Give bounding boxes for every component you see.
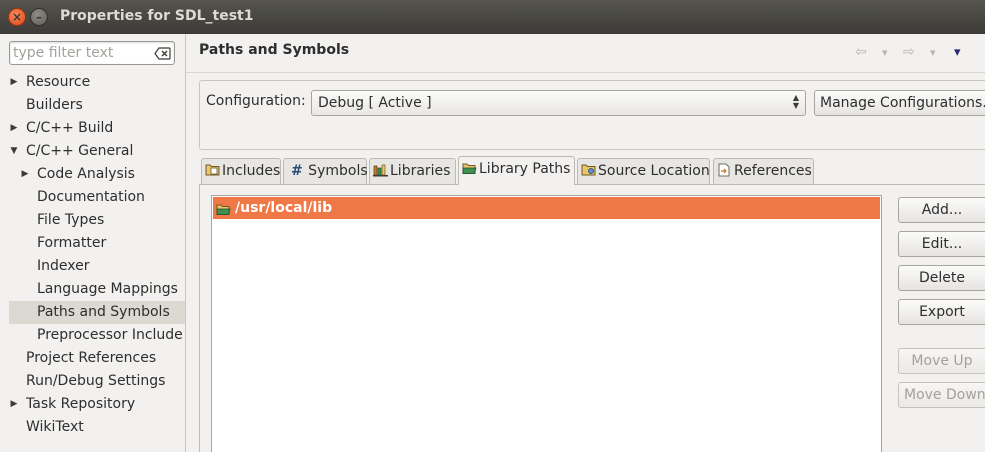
tree-item-label: File Types bbox=[37, 212, 105, 228]
tree-item-label: C/C++ Build bbox=[26, 120, 114, 136]
window-title: Properties for SDL_test1 bbox=[60, 8, 254, 24]
properties-tree: ▶ Resource Builders ▶ C/C++ Build ▼ C/C++ Gene… bbox=[0, 71, 185, 439]
tree-item-label: Builders bbox=[26, 97, 83, 113]
tree-item-project-references[interactable]: Project References bbox=[0, 347, 185, 370]
folder-icon bbox=[462, 159, 478, 174]
tab-label: Libraries bbox=[390, 163, 451, 179]
add-button[interactable]: Add... bbox=[898, 197, 985, 223]
tree-item-label: Project References bbox=[26, 350, 157, 366]
tab-label: Symbols bbox=[303, 163, 368, 179]
collapsed-arrow-icon[interactable]: ▶ bbox=[20, 163, 30, 186]
configuration-value: Debug [ Active ] bbox=[318, 95, 432, 111]
tree-item-wikitext[interactable]: WikiText bbox=[0, 416, 185, 439]
tree-item-label: Resource bbox=[26, 74, 91, 90]
tab-symbols[interactable]: # Symbols bbox=[283, 158, 368, 184]
tree-item-label: Preprocessor Include bbox=[37, 327, 183, 343]
tree-item-label: Paths and Symbols bbox=[37, 304, 170, 320]
minimize-window-button[interactable]: – bbox=[30, 8, 48, 26]
properties-nav-pane: ▶ Resource Builders ▶ C/C++ Build ▼ C/C++ Gene… bbox=[0, 34, 186, 452]
filter-box bbox=[9, 41, 175, 65]
tree-item-language-mappings[interactable]: Language Mappings bbox=[0, 278, 185, 301]
edit-button[interactable]: Edit... bbox=[898, 231, 985, 257]
tab-strip: Includes # Symbols Libraries Library Paths S… bbox=[199, 156, 985, 185]
references-icon bbox=[717, 161, 733, 177]
tree-item-label: Documentation bbox=[37, 189, 145, 205]
source-location-icon bbox=[581, 161, 597, 176]
tab-label: Library Paths bbox=[479, 161, 571, 177]
tab-references[interactable]: References bbox=[713, 158, 814, 184]
export-button[interactable]: Export bbox=[898, 299, 985, 325]
tree-item-code-analysis[interactable]: ▶ Code Analysis bbox=[0, 163, 185, 186]
manage-configurations-button[interactable]: Manage Configurations... bbox=[814, 90, 985, 116]
collapsed-arrow-icon[interactable]: ▶ bbox=[9, 393, 19, 416]
tree-item-indexer[interactable]: Indexer bbox=[0, 255, 185, 278]
tree-item-resource[interactable]: ▶ Resource bbox=[0, 71, 185, 94]
tree-item-label: Run/Debug Settings bbox=[26, 373, 166, 389]
tree-item-c-c-build[interactable]: ▶ C/C++ Build bbox=[0, 117, 185, 140]
tab-label: Source Location bbox=[598, 163, 710, 179]
includes-icon bbox=[205, 161, 221, 176]
tree-item-label: C/C++ General bbox=[26, 143, 134, 159]
tree-item-c-c-general[interactable]: ▼ C/C++ General bbox=[0, 140, 185, 163]
tree-item-label: Formatter bbox=[37, 235, 107, 251]
move-up-button[interactable]: Move Up bbox=[898, 348, 985, 374]
minimize-icon: – bbox=[36, 10, 42, 24]
forward-dropdown-icon[interactable]: ▾ bbox=[930, 46, 936, 59]
tree-item-label: WikiText bbox=[26, 419, 84, 435]
configuration-label: Configuration: bbox=[206, 93, 306, 109]
forward-arrow-icon[interactable]: ⇨ bbox=[903, 44, 915, 60]
tree-item-label: Language Mappings bbox=[37, 281, 178, 297]
page-title: Paths and Symbols bbox=[199, 42, 350, 58]
tree-item-paths-and-symbols[interactable]: Paths and Symbols bbox=[9, 301, 185, 324]
tab-source-location[interactable]: Source Location bbox=[577, 158, 710, 184]
tab-label: Includes bbox=[222, 163, 281, 179]
tree-item-label: Indexer bbox=[37, 258, 90, 274]
library-path-text: /usr/local/lib bbox=[235, 200, 333, 216]
expanded-arrow-icon[interactable]: ▼ bbox=[9, 140, 19, 163]
library-path-row[interactable]: /usr/local/lib bbox=[213, 197, 880, 219]
filter-input[interactable] bbox=[13, 44, 151, 62]
clear-filter-icon[interactable] bbox=[153, 45, 171, 61]
back-dropdown-icon[interactable]: ▾ bbox=[882, 46, 888, 59]
library-paths-list[interactable]: /usr/local/lib bbox=[211, 195, 882, 452]
view-menu-icon[interactable]: ▾ bbox=[954, 45, 961, 60]
tab-label: References bbox=[734, 163, 812, 179]
collapsed-arrow-icon[interactable]: ▶ bbox=[9, 117, 19, 140]
close-icon: × bbox=[11, 10, 23, 24]
libraries-icon bbox=[373, 161, 389, 177]
tree-item-preprocessor-include[interactable]: Preprocessor Include bbox=[0, 324, 185, 347]
tree-item-formatter[interactable]: Formatter bbox=[0, 232, 185, 255]
delete-button[interactable]: Delete bbox=[898, 265, 985, 291]
tree-item-run-debug-settings[interactable]: Run/Debug Settings bbox=[0, 370, 185, 393]
back-arrow-icon[interactable]: ⇦ bbox=[855, 44, 867, 60]
tree-item-documentation[interactable]: Documentation bbox=[0, 186, 185, 209]
configuration-select[interactable]: Debug [ Active ] ▲ ▼ bbox=[311, 90, 806, 116]
close-window-button[interactable]: × bbox=[8, 8, 26, 26]
hash-icon: # bbox=[291, 163, 303, 179]
tab-includes[interactable]: Includes bbox=[201, 158, 281, 184]
title-bar: × – Properties for SDL_test1 bbox=[0, 0, 985, 34]
header-divider bbox=[186, 72, 985, 73]
collapsed-arrow-icon[interactable]: ▶ bbox=[9, 71, 19, 94]
move-down-button[interactable]: Move Down bbox=[898, 382, 985, 408]
tree-item-label: Task Repository bbox=[26, 396, 136, 412]
tab-library-paths[interactable]: Library Paths bbox=[458, 156, 575, 185]
tree-item-file-types[interactable]: File Types bbox=[0, 209, 185, 232]
updown-arrows-icon: ▲ ▼ bbox=[792, 93, 799, 110]
tree-item-task-repository[interactable]: ▶ Task Repository bbox=[0, 393, 185, 416]
tab-libraries[interactable]: Libraries bbox=[369, 158, 456, 184]
tree-item-builders[interactable]: Builders bbox=[0, 94, 185, 117]
tree-item-label: Code Analysis bbox=[37, 166, 135, 182]
folder-icon bbox=[216, 201, 231, 223]
